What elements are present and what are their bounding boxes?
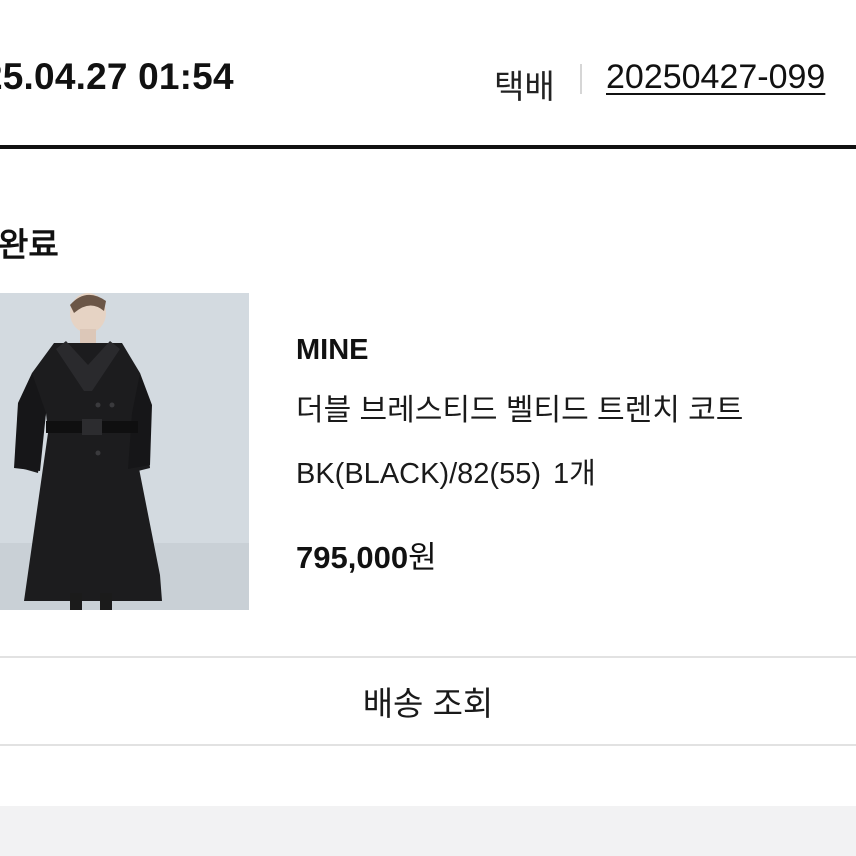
track-delivery-label: 배송 조회: [362, 685, 494, 722]
header-divider: [580, 64, 582, 94]
trench-coat-image: [0, 293, 249, 610]
order-date: 25.04.27 01:54: [0, 56, 234, 97]
quantity: 1개: [553, 458, 596, 490]
track-delivery-button[interactable]: 배송 조회: [0, 656, 856, 746]
brand-name[interactable]: MINE: [296, 334, 369, 367]
delivery-type: 택배: [494, 68, 555, 105]
order-number-link[interactable]: 20250427-099: [606, 58, 825, 97]
order-status: 완료: [0, 226, 59, 263]
price-value: 795,000: [296, 540, 409, 575]
price-unit: 원: [408, 540, 437, 575]
header-rule: [0, 145, 856, 149]
order-detail-page: 25.04.27 01:54 택배 20250427-099 완료 MINE 더…: [0, 0, 856, 856]
product-option: BK(BLACK)/82(55) 1개: [296, 450, 596, 492]
order-header: 25.04.27 01:54 택배 20250427-099: [0, 0, 856, 149]
product-price: 795,000원: [296, 532, 437, 577]
bottom-band: [0, 806, 856, 856]
product-image[interactable]: [0, 293, 249, 610]
option-value: BK(BLACK)/82(55): [296, 458, 541, 490]
product-name[interactable]: 더블 브레스티드 벨티드 트렌치 코트: [296, 385, 743, 429]
